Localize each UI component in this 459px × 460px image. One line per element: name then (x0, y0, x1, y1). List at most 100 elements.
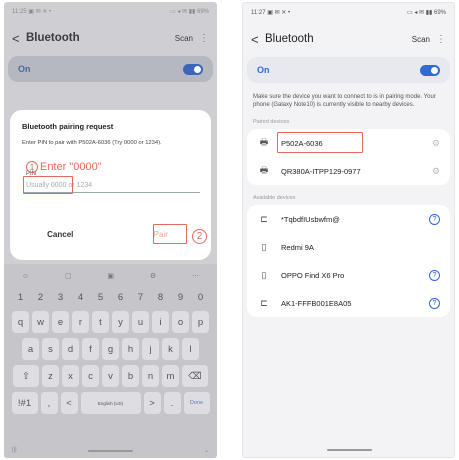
key-1[interactable]: 1 (12, 288, 29, 306)
key-m[interactable]: m (162, 365, 179, 387)
paired-devices-list: 🖶 P502A-6036 ⚙ 🖶 QR380A-ITPP129-0977 ⚙ (247, 129, 450, 185)
hide-keyboard-icon[interactable]: ⌄ (204, 447, 209, 454)
space-key[interactable]: English (US) (80, 392, 141, 414)
key-o[interactable]: o (172, 311, 189, 333)
dialog-title: Bluetooth pairing request (22, 122, 114, 131)
status-bar: 11:25 ▣ ✉ ✕ • ▭ ◂ ✉ ▮▮ 69% (4, 2, 217, 20)
backspace-key[interactable]: ⌫ (182, 365, 208, 387)
key-g[interactable]: g (102, 338, 119, 360)
keyboard-toolbar: ☺ ▢ ▣ ⚙ ⋯ (4, 264, 217, 288)
key-f[interactable]: f (82, 338, 99, 360)
gear-icon[interactable]: ⚙ (432, 138, 440, 149)
bottom-key-row: !#1 , < English (US) > . Done (4, 392, 217, 414)
more-options-icon[interactable]: ⋮ (436, 34, 446, 45)
key-s[interactable]: s (42, 338, 59, 360)
app-bar: < Bluetooth Scan ⋮ (4, 20, 217, 56)
pairing-dialog: Bluetooth pairing request Enter PIN to p… (10, 110, 211, 260)
key-c[interactable]: c (82, 365, 99, 387)
toggle-label: On (18, 64, 31, 74)
clipboard-icon[interactable]: ▢ (65, 272, 72, 280)
dialog-message: Enter PIN to pair with P502A-6036 (Try 0… (22, 140, 162, 146)
key-r[interactable]: r (72, 311, 89, 333)
period-key[interactable]: . (163, 392, 181, 414)
key-6[interactable]: 6 (112, 288, 129, 306)
key-8[interactable]: 8 (152, 288, 169, 306)
symbols-key[interactable]: !#1 (11, 392, 38, 414)
done-key[interactable]: Done (183, 392, 210, 414)
key-7[interactable]: 7 (132, 288, 149, 306)
available-device-row[interactable]: ⊏ *TqbdfIUsbwfm@ ? (247, 205, 450, 233)
bluetooth-toggle-row[interactable]: On (8, 56, 213, 82)
scan-button[interactable]: Scan (412, 35, 430, 44)
help-icon[interactable]: ? (429, 297, 440, 309)
cursor-left-key[interactable]: < (60, 392, 78, 414)
step2-number: 2 (192, 229, 207, 244)
scan-button[interactable]: Scan (175, 34, 193, 43)
key-u[interactable]: u (132, 311, 149, 333)
sticker-icon[interactable]: ▣ (107, 272, 114, 280)
settings-icon[interactable]: ⚙ (150, 272, 156, 280)
key-p[interactable]: p (192, 311, 209, 333)
emoji-icon[interactable]: ☺ (22, 273, 29, 280)
key-b[interactable]: b (122, 365, 139, 387)
pin-input-highlight (23, 176, 73, 194)
cancel-button[interactable]: Cancel (10, 230, 111, 239)
phone-icon: ▯ (261, 269, 267, 280)
bluetooth-toggle[interactable] (420, 64, 440, 76)
key-z[interactable]: z (42, 365, 59, 387)
key-n[interactable]: n (142, 365, 159, 387)
bluetooth-toggle-row[interactable]: On (247, 57, 450, 83)
step1-number: 1 (26, 161, 38, 173)
more-options-icon[interactable]: ⋮ (199, 33, 209, 44)
available-devices-list: ⊏ *TqbdfIUsbwfm@ ? ▯ Redmi 9A ▯ OPPO Fin… (247, 205, 450, 317)
shift-key[interactable]: ⇧ (13, 365, 39, 387)
home-indicator[interactable] (327, 449, 372, 451)
key-4[interactable]: 4 (72, 288, 89, 306)
bluetooth-toggle[interactable] (183, 63, 203, 75)
available-device-row[interactable]: ⊏ AK1-FFFB001E8A05 ? (247, 289, 450, 317)
help-icon[interactable]: ? (429, 213, 440, 225)
device-name: OPPO Find X6 Pro (281, 270, 345, 280)
key-x[interactable]: x (62, 365, 79, 387)
status-time: 11:25 ▣ ✉ ✕ • (12, 8, 52, 15)
device-name: AK1-FFFB001E8A05 (281, 298, 352, 308)
key-j[interactable]: j (142, 338, 159, 360)
key-k[interactable]: k (162, 338, 179, 360)
comma-key[interactable]: , (40, 392, 58, 414)
key-5[interactable]: 5 (92, 288, 109, 306)
key-9[interactable]: 9 (172, 288, 189, 306)
key-0[interactable]: 0 (192, 288, 209, 306)
status-time: 11:27 ▣ ✉ ✕ • (251, 9, 291, 16)
cursor-right-key[interactable]: > (143, 392, 161, 414)
key-t[interactable]: t (92, 311, 109, 333)
recents-icon[interactable]: ||| (12, 447, 17, 454)
paired-device-row[interactable]: 🖶 P502A-6036 ⚙ (247, 129, 450, 157)
gear-icon[interactable]: ⚙ (432, 166, 440, 177)
right-phone-screen: 11:27 ▣ ✉ ✕ • ▭ ◂ ✉ ▮▮ 69% < Bluetooth S… (242, 2, 455, 458)
available-device-row[interactable]: ▯ Redmi 9A (247, 233, 450, 261)
key-2[interactable]: 2 (32, 288, 49, 306)
key-i[interactable]: i (152, 311, 169, 333)
key-a[interactable]: a (22, 338, 39, 360)
more-icon[interactable]: ⋯ (192, 272, 199, 280)
key-3[interactable]: 3 (52, 288, 69, 306)
key-l[interactable]: l (182, 338, 199, 360)
help-icon[interactable]: ? (429, 269, 440, 281)
key-w[interactable]: w (32, 311, 49, 333)
printer-icon: 🖶 (259, 165, 269, 175)
available-devices-header: Available devices (253, 195, 296, 201)
back-button[interactable]: < (251, 32, 265, 47)
key-y[interactable]: y (112, 311, 129, 333)
back-button[interactable]: < (12, 31, 26, 46)
app-bar: < Bluetooth Scan ⋮ (243, 21, 454, 57)
key-v[interactable]: v (102, 365, 119, 387)
letter-row-1: qwertyuiop (4, 311, 217, 333)
key-h[interactable]: h (122, 338, 139, 360)
paired-device-row[interactable]: 🖶 QR380A-ITPP129-0977 ⚙ (247, 157, 450, 185)
key-e[interactable]: e (52, 311, 69, 333)
key-q[interactable]: q (12, 311, 29, 333)
home-indicator[interactable] (88, 450, 133, 452)
available-device-row[interactable]: ▯ OPPO Find X6 Pro ? (247, 261, 450, 289)
page-title: Bluetooth (26, 32, 80, 44)
key-d[interactable]: d (62, 338, 79, 360)
